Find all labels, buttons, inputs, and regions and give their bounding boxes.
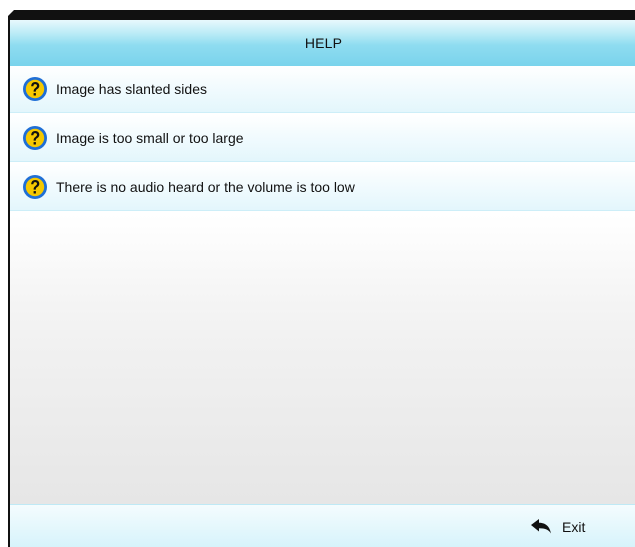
menu-footer: Exit: [10, 504, 635, 547]
menu-header: HELP: [10, 20, 635, 66]
help-item-label: Image is too small or too large: [56, 130, 244, 146]
help-item-audio[interactable]: There is no audio heard or the volume is…: [10, 164, 635, 211]
page-title: HELP: [304, 35, 343, 51]
help-item-slanted-sides[interactable]: Image has slanted sides: [10, 66, 635, 113]
help-item-label: There is no audio heard or the volume is…: [56, 179, 355, 195]
menu-content-area: [10, 214, 635, 504]
help-topic-list: Image has slanted sides Image is too sma…: [10, 66, 635, 213]
help-menu-screen: HELP Image has slanted sides Image is to…: [0, 0, 635, 547]
question-mark-icon: [23, 175, 47, 199]
help-item-label: Image has slanted sides: [56, 81, 207, 97]
exit-button[interactable]: Exit: [530, 516, 585, 538]
question-mark-icon: [23, 77, 47, 101]
question-mark-icon: [23, 126, 47, 150]
return-arrow-icon: [531, 519, 551, 534]
frame-corner: [8, 10, 14, 16]
exit-label: Exit: [562, 519, 586, 535]
help-item-image-size[interactable]: Image is too small or too large: [10, 115, 635, 162]
